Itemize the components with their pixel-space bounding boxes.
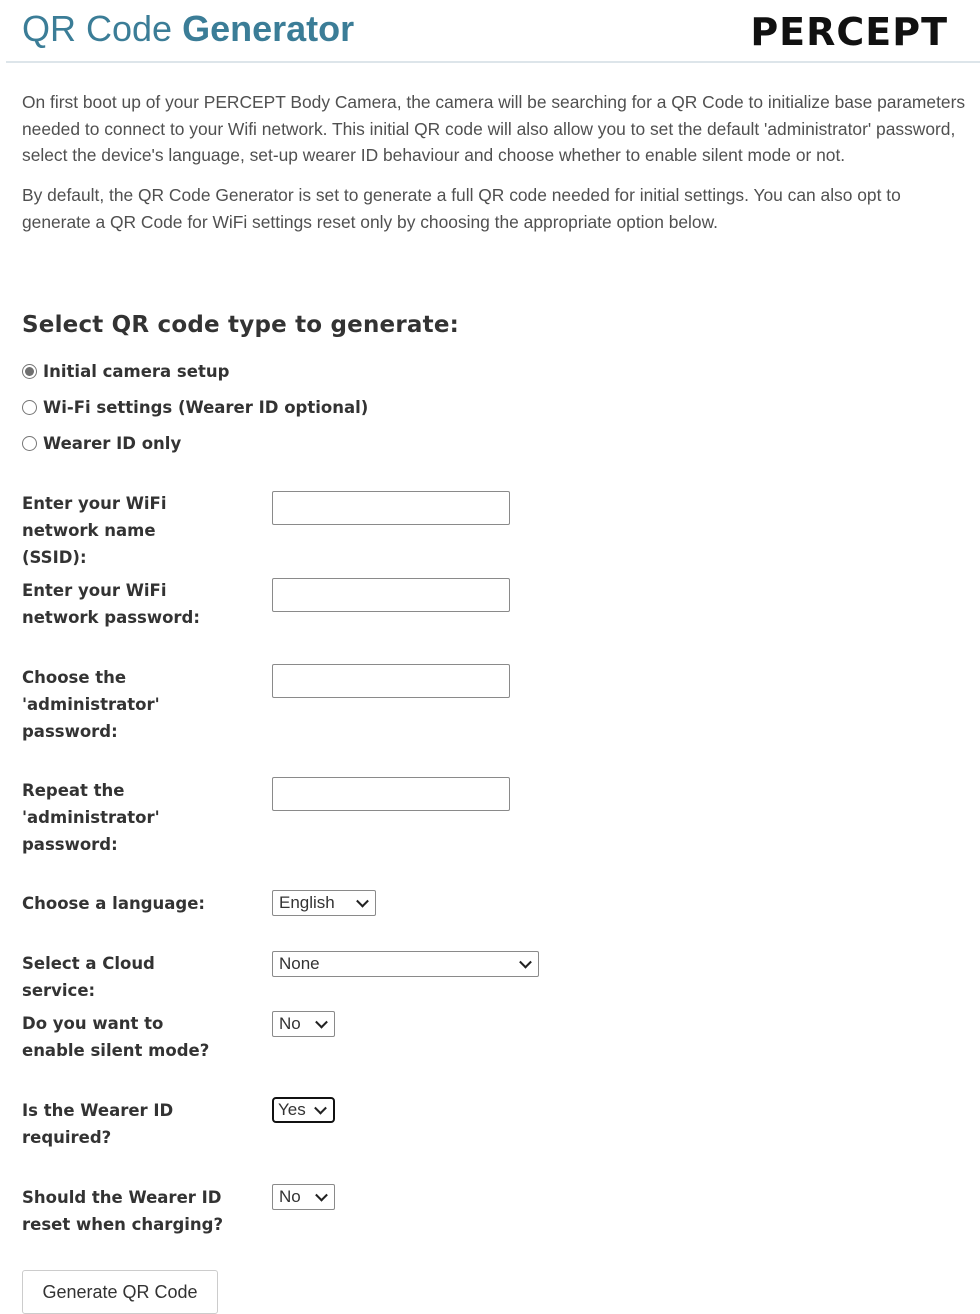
page-title: QR Code Generator [22,8,354,50]
radio-button-checked[interactable] [22,363,37,379]
admin-password-label: Choose the 'administrator' password: [22,668,160,741]
wearer-id-reset-select[interactable]: No [272,1184,335,1210]
radio-button[interactable] [22,435,37,451]
language-select[interactable]: English [272,890,376,916]
wearer-id-required-select[interactable]: Yes [272,1097,335,1123]
chevron-down-icon [356,894,369,908]
radio-label-wifi-settings: Wi-Fi settings (Wearer ID optional) [43,397,369,417]
header-divider [6,61,980,63]
page-header: QR Code Generator PERCEPT [0,0,980,63]
chevron-down-icon [314,1101,327,1115]
silent-mode-select[interactable]: No [272,1011,335,1037]
admin-password-repeat-label: Repeat the 'administrator' password: [22,781,160,854]
intro-paragraph-1: On first boot up of your PERCEPT Body Ca… [22,92,966,166]
chevron-down-icon [315,1188,328,1202]
intro-paragraph-2: By default, the QR Code Generator is set… [22,185,901,232]
radio-button[interactable] [22,399,37,415]
radio-option-wifi-settings[interactable]: Wi-Fi settings (Wearer ID optional) [22,395,368,419]
admin-password-input[interactable] [272,664,510,698]
wifi-password-label: Enter your WiFi network password: [22,581,200,627]
title-light: QR Code [22,8,173,49]
language-label: Choose a language: [22,894,205,913]
wearer-id-required-select-value: Yes [278,1100,306,1119]
chevron-down-icon [519,955,532,969]
cloud-service-select[interactable]: None [272,951,539,977]
admin-password-repeat-input[interactable] [272,777,510,811]
chevron-down-icon [315,1015,328,1029]
radio-option-wearer-id-only[interactable]: Wearer ID only [22,431,181,455]
wifi-password-input[interactable] [272,578,510,612]
wearer-id-reset-label: Should the Wearer ID reset when charging… [22,1188,224,1234]
radio-option-initial-setup[interactable]: Initial camera setup [22,359,229,383]
ssid-label: Enter your WiFi network name (SSID): [22,494,167,567]
language-select-value: English [279,893,335,912]
radio-label-wearer-id-only: Wearer ID only [43,433,182,453]
title-bold: Generator [182,8,355,49]
silent-mode-select-value: No [279,1014,301,1033]
wearer-id-required-label: Is the Wearer ID required? [22,1101,174,1147]
qr-type-heading: Select QR code type to generate: [22,312,460,338]
generate-qr-code-button[interactable]: Generate QR Code [22,1270,218,1314]
intro-text: On first boot up of your PERCEPT Body Ca… [22,89,972,249]
cloud-service-select-value: None [279,954,320,973]
ssid-input[interactable] [272,491,510,525]
percept-logo: PERCEPT [750,10,948,54]
silent-mode-label: Do you want to enable silent mode? [22,1014,210,1060]
wearer-id-reset-select-value: No [279,1187,301,1206]
cloud-service-label: Select a Cloud service: [22,954,155,1000]
radio-label-initial-setup: Initial camera setup [43,361,230,381]
